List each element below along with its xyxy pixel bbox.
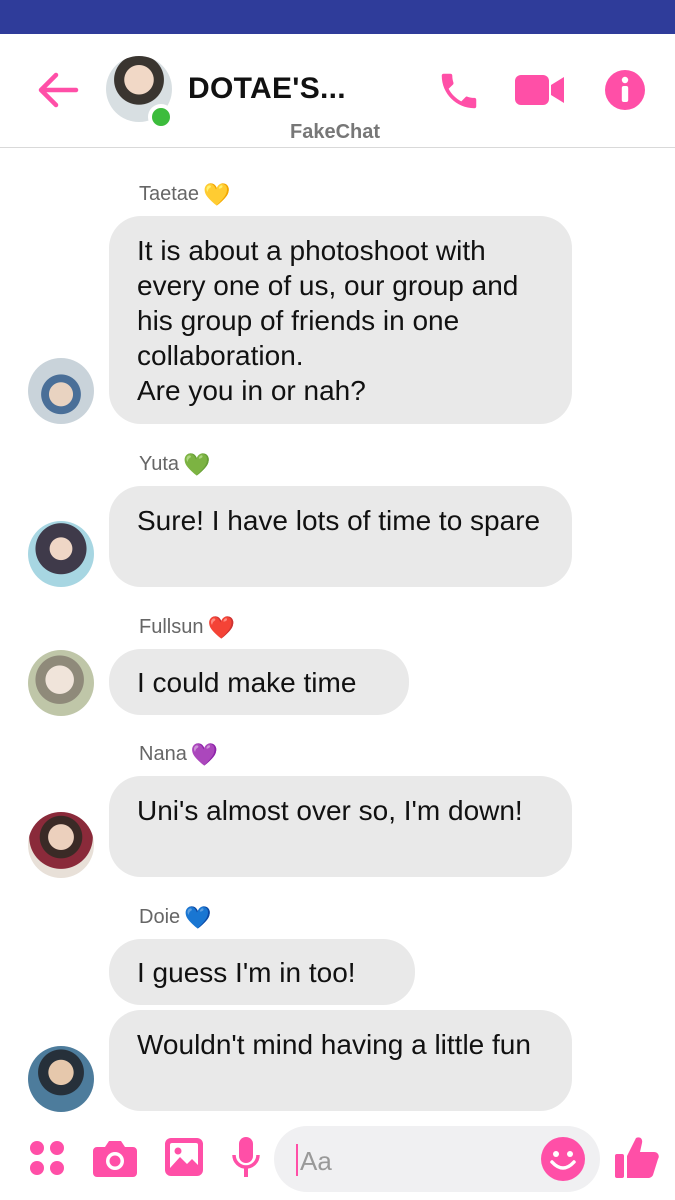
heart-emoji: ❤️ [207,615,235,640]
message-bubble[interactable]: Uni's almost over so, I'm down! [109,776,572,877]
text-caret [296,1144,298,1176]
message-bubble[interactable]: Sure! I have lots of time to spare [109,486,572,587]
message-bubble[interactable]: I guess I'm in too! [109,939,415,1005]
microphone-icon[interactable] [232,1137,260,1179]
avatar[interactable] [28,812,94,878]
message-list[interactable]: Taetae 💛 It is about a photoshoot with ev… [0,148,675,1126]
sender-name: Yuta 💚 [139,452,211,477]
avatar[interactable] [28,358,94,424]
chat-title[interactable]: DOTAE'S... [188,72,346,106]
avatar[interactable] [28,1046,94,1112]
heart-emoji: 💚 [183,452,211,477]
chat-header: DOTAE'S... FakeChat [0,34,675,148]
message-input[interactable] [300,1146,520,1177]
phone-icon[interactable] [436,68,482,114]
message-bubble[interactable]: I could make time [109,649,409,715]
emoji-icon[interactable] [540,1136,586,1182]
message-composer [0,1124,675,1200]
camera-icon[interactable] [93,1139,137,1177]
message-bubble[interactable]: Wouldn't mind having a little fun [109,1010,572,1111]
avatar[interactable] [28,650,94,716]
sender-name: Taetae 💛 [139,182,231,207]
heart-emoji: 💙 [184,905,212,930]
thumbs-up-icon[interactable] [614,1134,660,1180]
online-status-dot [148,104,174,130]
message-bubble[interactable]: It is about a photoshoot with every one … [109,216,572,424]
sender-name: Doie 💙 [139,905,212,930]
sender-name: Fullsun ❤️ [139,615,235,640]
chat-subtitle: FakeChat [290,121,381,143]
back-arrow-icon[interactable] [36,70,80,110]
video-camera-icon[interactable] [514,72,566,108]
avatar[interactable] [28,521,94,587]
image-icon[interactable] [165,1138,203,1176]
info-icon[interactable] [604,69,646,111]
apps-grid-icon[interactable] [29,1140,65,1176]
heart-emoji: 💜 [190,742,219,767]
status-bar [0,0,675,34]
sender-name: Nana 💜 [139,742,219,767]
heart-emoji: 💛 [203,182,231,207]
